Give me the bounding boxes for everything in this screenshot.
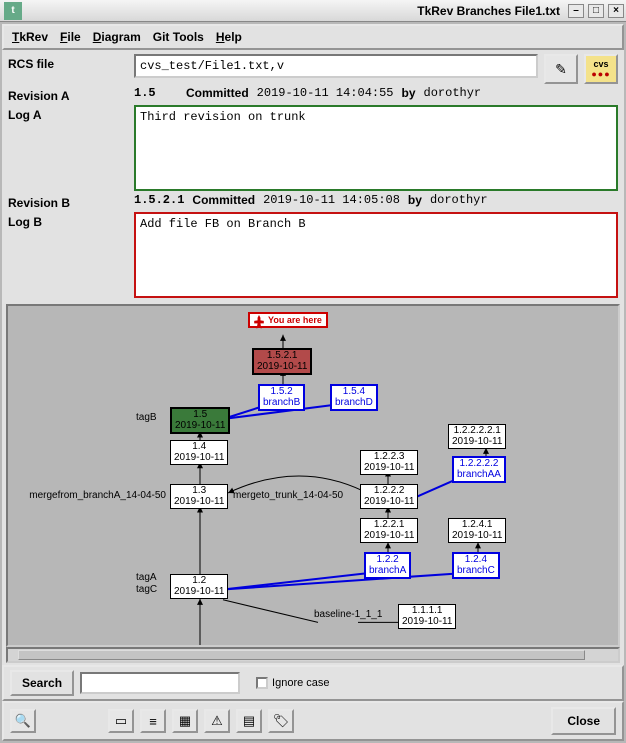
tag-b-label: tagB [136,412,157,423]
menu-file[interactable]: File [60,30,81,44]
node-branch-a[interactable]: 1.2.2branchA [364,552,411,579]
page-icon[interactable]: ▭ [108,709,134,733]
cvs-icon[interactable]: cvs●●● [584,54,618,84]
node-branch-d[interactable]: 1.5.4branchD [330,384,378,411]
node-1-5[interactable]: 1.52019-10-11 [170,407,230,434]
app-icon: t [4,2,22,20]
edit-icon[interactable]: ✎ [544,54,578,84]
rcs-file-label: RCS file [8,54,128,71]
log-b-textarea[interactable]: Add file FB on Branch B [134,212,618,298]
log-b-label: Log B [8,212,128,229]
tag-c-label: tagC [136,584,157,595]
node-1-2-2-3[interactable]: 1.2.2.32019-10-11 [360,450,418,475]
tag-icon[interactable]: 🏷 [268,709,294,733]
node-1-5-2-1[interactable]: 1.5.2.12019-10-11 [252,348,312,375]
menu-tkrev[interactable]: TkRev [12,30,48,44]
menu-gittools[interactable]: Git Tools [153,30,204,44]
palette-icon[interactable]: ▦ [172,709,198,733]
panels-icon[interactable]: ▤ [236,709,262,733]
refresh-icon[interactable]: 🔍 [10,709,36,733]
revision-b-label: Revision B [8,193,128,210]
revision-a-author: dorothyr [424,86,482,100]
node-1-2-2-2[interactable]: 1.2.2.22019-10-11 [360,484,418,509]
search-input[interactable] [80,672,240,694]
menu-diagram[interactable]: Diagram [93,30,141,44]
node-1-2-2-1[interactable]: 1.2.2.12019-10-11 [360,518,418,543]
revision-b-value: 1.5.2.1 [134,193,184,207]
maximize-button[interactable]: □ [588,4,604,18]
node-1-3[interactable]: 1.32019-10-11 [170,484,228,509]
window-title: TkRev Branches File1.txt [417,4,560,18]
node-1-2-4-1[interactable]: 1.2.4.12019-10-11 [448,518,506,543]
node-1-2[interactable]: 1.22019-10-11 [170,574,228,599]
lines-icon[interactable]: ≡ [140,709,166,733]
log-a-textarea[interactable]: Third revision on trunk [134,105,618,191]
revision-b-author: dorothyr [430,193,488,207]
node-1-4[interactable]: 1.42019-10-11 [170,440,228,465]
ignore-case-checkbox[interactable]: Ignore case [256,677,329,689]
revision-a-date: 2019-10-11 14:04:55 [257,86,394,100]
close-button[interactable]: Close [551,707,616,735]
node-branch-c[interactable]: 1.2.4branchC [452,552,500,579]
bottom-toolbar: 🔍 ▭ ≡ ▦ ⚠ ▤ 🏷 Close [2,701,624,741]
mergeto-label: mergeto_trunk_14-04-50 [233,490,343,501]
node-1-2-2-2-2-1[interactable]: 1.2.2.2.2.12019-10-11 [448,424,506,449]
branch-diagram[interactable]: You are here 1.5.2.12019-10-11 1.5.2bran… [6,304,620,647]
rcs-file-value[interactable]: cvs_test/File1.txt,v [134,54,538,78]
node-branch-aa[interactable]: 1.2.2.2.2branchAA [452,456,506,483]
you-are-here-marker: You are here [248,312,328,328]
minimize-button[interactable]: – [568,4,584,18]
diagram-hscrollbar[interactable] [6,647,620,663]
mergefrom-label: mergefrom_branchA_14-04-50 [8,490,166,501]
search-button[interactable]: Search [10,670,74,696]
menu-help[interactable]: Help [216,30,242,44]
close-window-button[interactable]: × [608,4,624,18]
annotate-icon[interactable]: ⚠ [204,709,230,733]
log-a-label: Log A [8,105,128,122]
revision-a-label: Revision A [8,86,128,103]
window-titlebar: t TkRev Branches File1.txt – □ × [0,0,626,22]
menu-bar: TkRev File Diagram Git Tools Help [2,24,624,50]
node-branch-b[interactable]: 1.5.2branchB [258,384,305,411]
search-bar: Search Ignore case [2,665,624,701]
tag-a-label: tagA [136,572,157,583]
revision-b-date: 2019-10-11 14:05:08 [263,193,400,207]
node-1-1-1-1[interactable]: 1.1.1.12019-10-11 [398,604,456,629]
revision-a-value: 1.5 [134,86,178,100]
baseline-label: baseline-1_1_1 [314,609,382,620]
